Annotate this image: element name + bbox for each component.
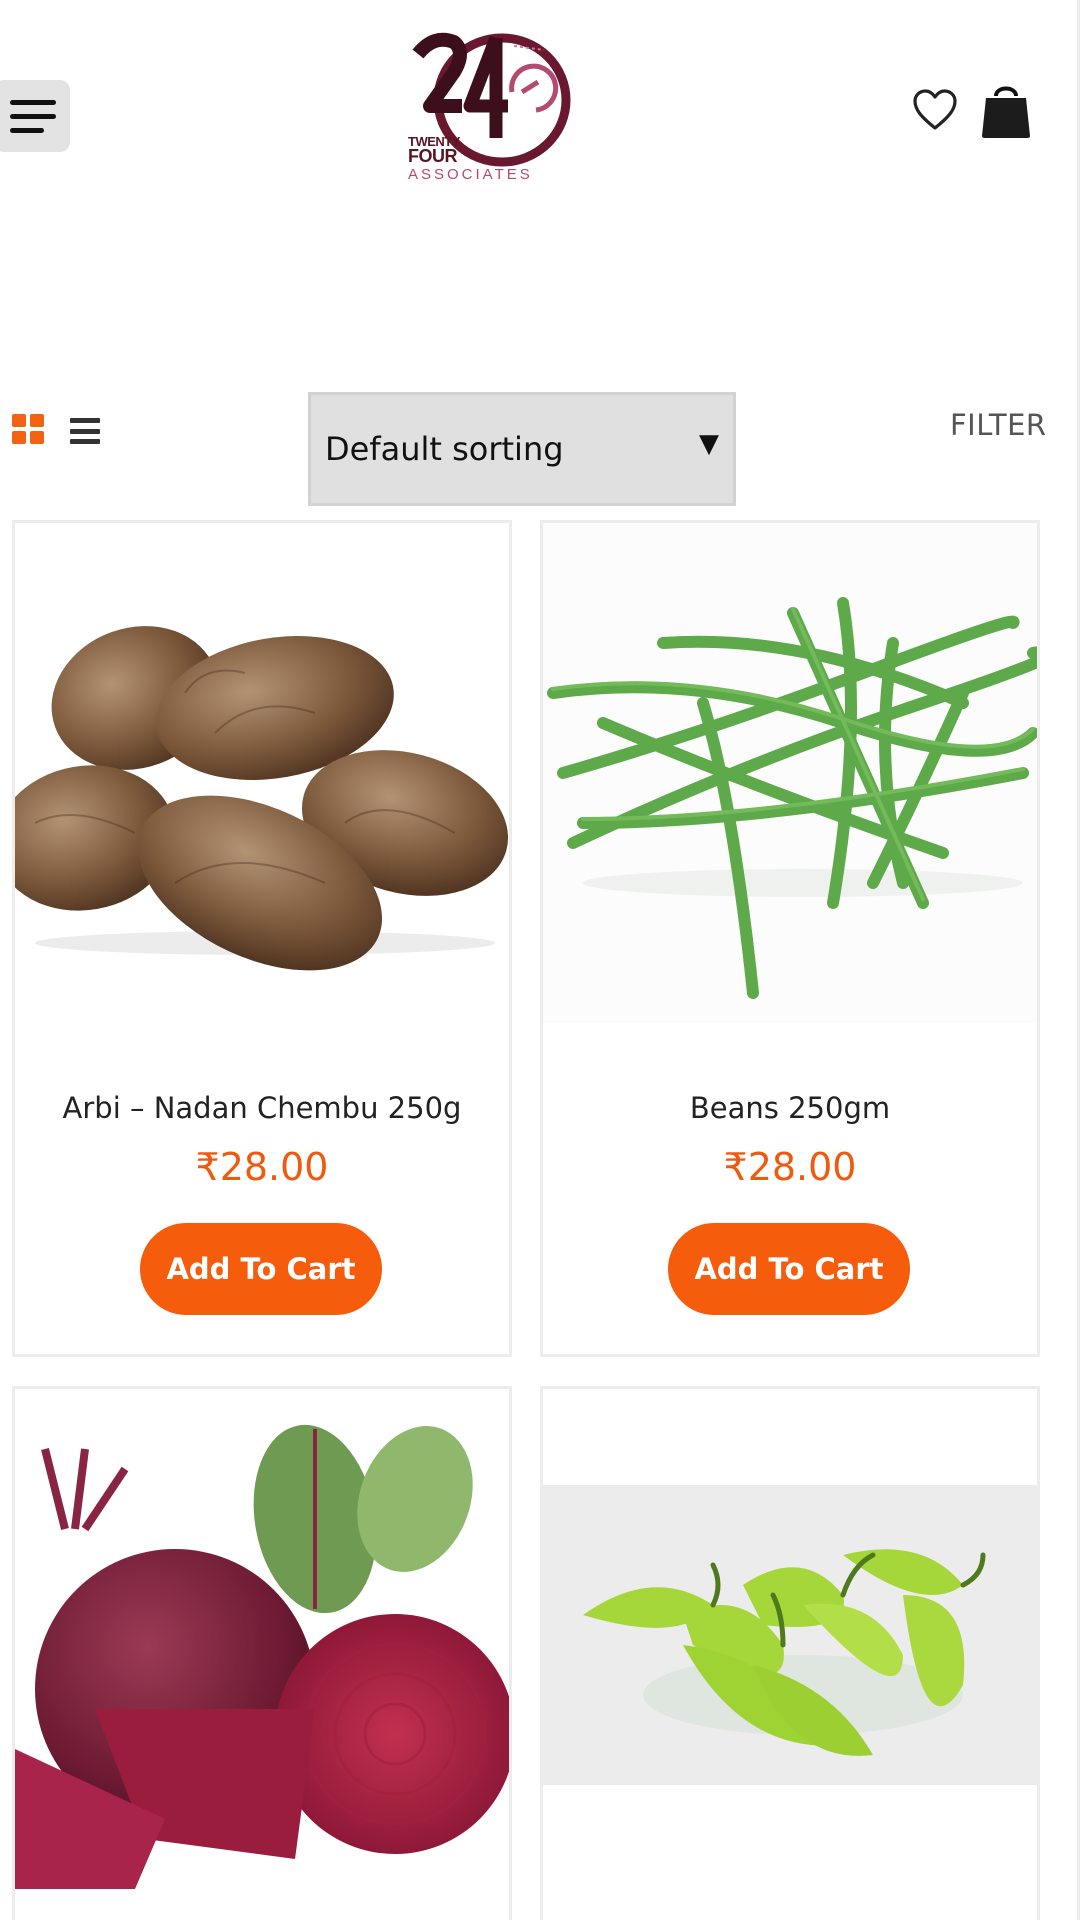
sort-select-value: Default sorting: [325, 430, 564, 468]
hamburger-menu-icon-bar: [10, 113, 56, 119]
product-image-green-chillies[interactable]: [543, 1485, 1037, 1785]
product-image-green-beans[interactable]: [543, 523, 1037, 1023]
wishlist-button[interactable]: [912, 88, 958, 132]
grid-view-icon[interactable]: [12, 414, 46, 446]
logo-wordmark: TWENTY FOUR: [408, 134, 460, 166]
product-card[interactable]: [12, 1386, 512, 1920]
menu-button[interactable]: [0, 80, 70, 152]
list-view-icon[interactable]: [70, 418, 100, 444]
cart-button[interactable]: [980, 80, 1032, 140]
hamburger-menu-icon-bar: [10, 127, 44, 133]
product-card[interactable]: [540, 1386, 1040, 1920]
product-name[interactable]: Arbi – Nadan Chembu 250g: [15, 1091, 509, 1125]
product-image-taro-root[interactable]: [15, 523, 509, 1023]
heart-icon: [913, 89, 957, 130]
sort-select[interactable]: Default sorting ▼: [308, 392, 736, 506]
product-name[interactable]: Beans 250gm: [543, 1091, 1037, 1125]
hamburger-menu-icon-bar: [10, 99, 56, 105]
shopping-bag-icon: [982, 86, 1030, 138]
dropdown-arrow-icon: ▼: [699, 429, 719, 459]
logo-line-four: FOUR: [408, 146, 457, 166]
product-card[interactable]: Arbi – Nadan Chembu 250g ₹28.00 Add To C…: [12, 520, 512, 1357]
add-to-cart-button[interactable]: Add To Cart: [668, 1223, 910, 1315]
add-to-cart-button[interactable]: Add To Cart: [140, 1223, 382, 1315]
site-logo[interactable]: TWENTY FOUR ASSOCIATES: [404, 28, 574, 188]
filter-button[interactable]: FILTER: [950, 408, 1047, 442]
product-price: ₹28.00: [723, 1145, 857, 1189]
logo-line-associates: ASSOCIATES: [408, 166, 533, 183]
product-image-beetroot[interactable]: [15, 1389, 509, 1889]
product-card[interactable]: Beans 250gm ₹28.00 Add To Cart: [540, 520, 1040, 1357]
product-price: ₹28.00: [195, 1145, 329, 1189]
